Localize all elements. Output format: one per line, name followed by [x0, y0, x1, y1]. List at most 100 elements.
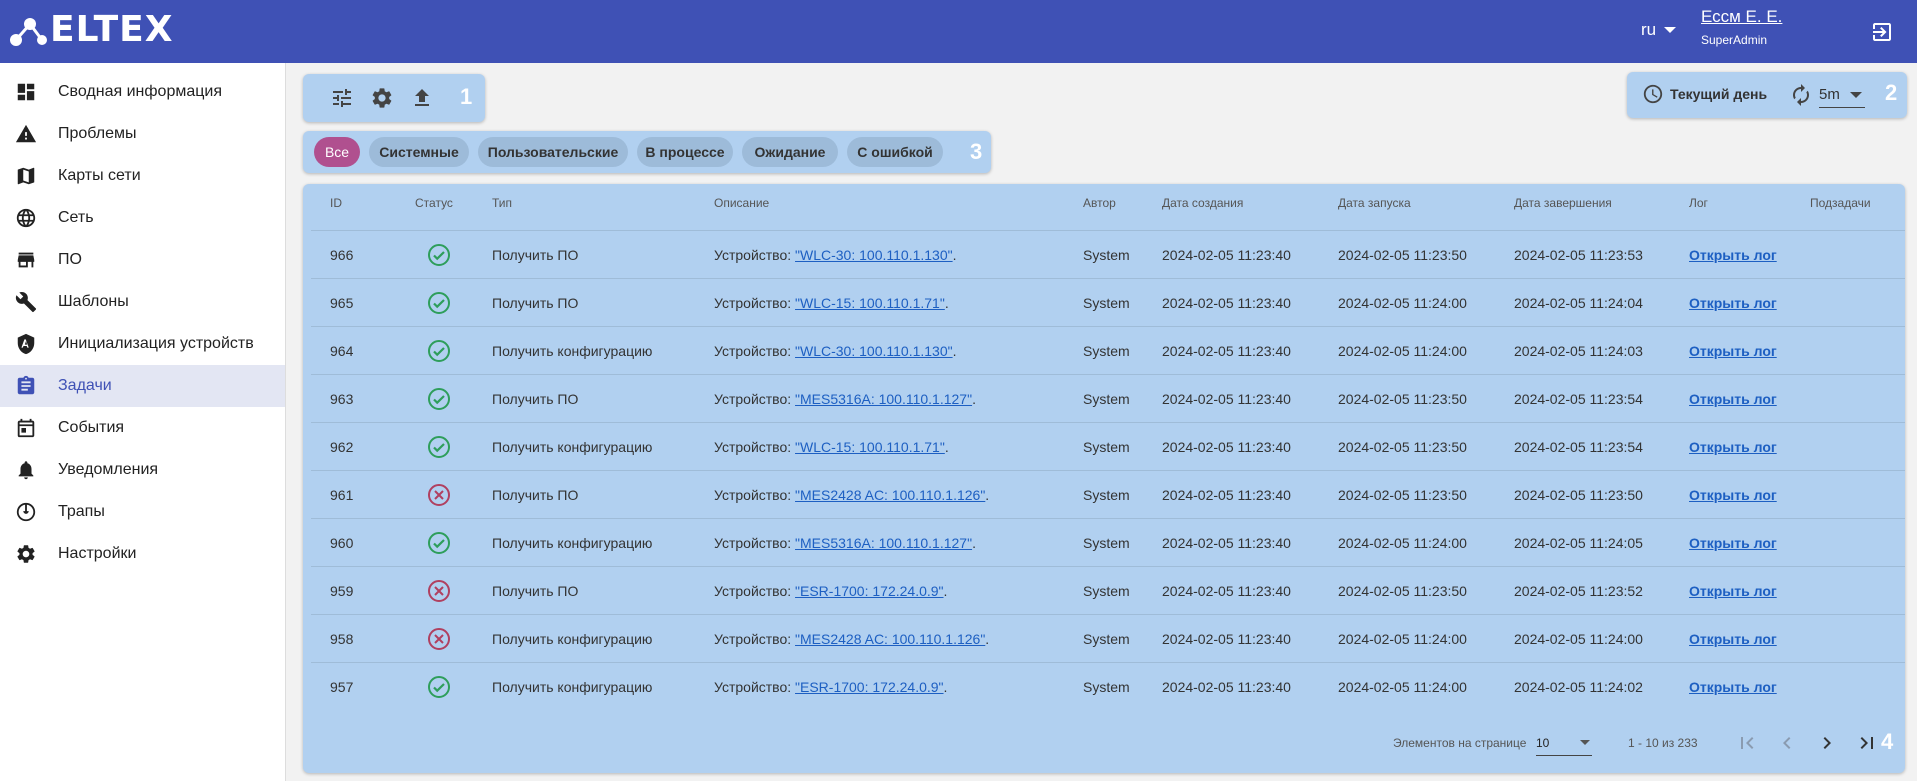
task-created: 2024-02-05 11:23:40 [1162, 343, 1291, 359]
language-select[interactable]: ru [1641, 20, 1677, 40]
task-id: 962 [330, 439, 354, 455]
zone-label-3: 3 [970, 139, 983, 164]
column-header-type[interactable]: Тип [492, 196, 512, 210]
first-page-icon[interactable] [1735, 731, 1759, 755]
column-header-description[interactable]: Описание [714, 196, 769, 210]
task-id: 965 [330, 295, 354, 311]
task-author: System [1083, 535, 1130, 551]
store-icon [14, 248, 38, 272]
sidebar-item-traps[interactable]: Трапы [0, 491, 285, 533]
table-row: 963 Получить ПО Устройство: "MES5316A: 100… [311, 374, 1905, 422]
filter-chip-error[interactable]: С ошибкой [847, 137, 943, 167]
task-description: Устройство: "WLC-15: 100.110.1.71" . [714, 279, 949, 327]
open-log-link[interactable]: Открыть лог [1689, 663, 1777, 711]
device-link[interactable]: "ESR-1700: 172.24.0.9" [795, 679, 943, 695]
open-log-link[interactable]: Открыть лог [1689, 327, 1777, 375]
open-log-link[interactable]: Открыть лог [1689, 567, 1777, 615]
sidebar-item-events[interactable]: События [0, 407, 285, 449]
column-header-started[interactable]: Дата запуска [1338, 196, 1411, 210]
open-log-link[interactable]: Открыть лог [1689, 279, 1777, 327]
user-profile[interactable]: Ессм Е. Е. SuperAdmin [1701, 7, 1782, 47]
autorenew-icon[interactable] [1789, 83, 1813, 107]
column-header-subtasks[interactable]: Подзадачи [1810, 196, 1871, 210]
device-link[interactable]: "MES2428 AC: 100.110.1.126" [795, 631, 985, 647]
open-log-link[interactable]: Открыть лог [1689, 231, 1777, 279]
device-link[interactable]: "MES5316A: 100.110.1.127" [795, 535, 972, 551]
device-link[interactable]: "WLC-30: 100.110.1.130" [795, 247, 953, 263]
task-author: System [1083, 631, 1130, 647]
next-page-icon[interactable] [1815, 731, 1839, 755]
period-selector[interactable]: Текущий день [1642, 83, 1767, 105]
filter-chip-all[interactable]: Все [314, 137, 360, 167]
task-description: Устройство: "WLC-15: 100.110.1.71". [714, 423, 949, 471]
paginator: Элементов на странице 10 1 - 10 из 233 4 [303, 724, 1905, 764]
table-row: 959 Получить ПО Устройство: "ESR-1700: 172… [311, 566, 1905, 614]
user-name-link[interactable]: Ессм Е. Е. [1701, 7, 1782, 27]
logout-icon[interactable] [1870, 20, 1894, 44]
sidebar-item-tasks[interactable]: Задачи [0, 365, 285, 407]
device-link[interactable]: "WLC-15: 100.110.1.71" [795, 439, 945, 455]
gear-icon[interactable] [370, 86, 394, 110]
description-prefix: Устройство: [714, 487, 792, 503]
globe-icon [14, 206, 38, 230]
device-link[interactable]: "ESR-1700: 172.24.0.9" [795, 583, 943, 599]
task-author: System [1083, 343, 1130, 359]
sidebar-item-label: Проблемы [58, 125, 137, 142]
task-created: 2024-02-05 11:23:40 [1162, 679, 1291, 695]
open-log-link[interactable]: Открыть лог [1689, 615, 1777, 663]
filter-chip-user[interactable]: Пользовательские [478, 137, 628, 167]
sidebar-item-notifications[interactable]: Уведомления [0, 449, 285, 491]
column-header-author[interactable]: Автор [1083, 196, 1116, 210]
filter-chip-system[interactable]: Системные [369, 137, 469, 167]
open-log-link[interactable]: Открыть лог [1689, 519, 1777, 567]
last-page-icon[interactable] [1855, 731, 1879, 755]
column-header-status[interactable]: Статус [415, 196, 453, 210]
table-row: 960 Получить конфигурацию Устройство: "MES… [311, 518, 1905, 566]
column-header-finished[interactable]: Дата завершения [1514, 196, 1612, 210]
task-started: 2024-02-05 11:23:50 [1338, 583, 1467, 599]
filter-chip-waiting[interactable]: Ожидание [742, 137, 838, 167]
open-log-link[interactable]: Открыть лог [1689, 375, 1777, 423]
column-header-created[interactable]: Дата создания [1162, 196, 1243, 210]
sidebar-item-settings[interactable]: Настройки [0, 533, 285, 575]
table-row: 966 Получить ПО Устройство: "WLC-30: 100.1… [311, 230, 1905, 278]
task-type: Получить конфигурацию [492, 631, 653, 647]
task-finished: 2024-02-05 11:23:52 [1514, 583, 1643, 599]
tune-icon[interactable] [330, 86, 354, 110]
sidebar-item-templates[interactable]: Шаблоны [0, 281, 285, 323]
task-finished: 2024-02-05 11:23:54 [1514, 439, 1643, 455]
description-suffix: . [985, 631, 990, 647]
task-created: 2024-02-05 11:23:40 [1162, 295, 1291, 311]
task-type: Получить конфигурацию [492, 535, 653, 551]
column-header-log[interactable]: Лог [1689, 196, 1708, 210]
check-circle-icon [427, 663, 451, 711]
device-link[interactable]: "WLC-30: 100.110.1.130" [795, 343, 953, 359]
task-started: 2024-02-05 11:23:50 [1338, 247, 1467, 263]
device-link[interactable]: "MES2428 AC: 100.110.1.126" [795, 487, 985, 503]
open-log-link[interactable]: Открыть лог [1689, 423, 1777, 471]
eltex-logo[interactable]: ELTEX [8, 12, 173, 48]
warning-icon [14, 122, 38, 146]
calendar-icon [14, 416, 38, 440]
sidebar-item-label: Трапы [58, 503, 105, 520]
sidebar-item-device-init[interactable]: Инициализация устройств [0, 323, 285, 365]
check-circle-icon [427, 231, 451, 279]
open-log-link[interactable]: Открыть лог [1689, 471, 1777, 519]
device-link[interactable]: "MES5316A: 100.110.1.127" [795, 391, 972, 407]
sidebar-item-network-maps[interactable]: Карты сети [0, 155, 285, 197]
sidebar-item-network[interactable]: Сеть [0, 197, 285, 239]
refresh-interval-select[interactable]: 5m [1819, 82, 1865, 108]
filter-chip-in-progress[interactable]: В процессе [637, 137, 733, 167]
table-row: 957 Получить конфигурацию Устройство: "ESR… [311, 662, 1905, 710]
sidebar-item-summary[interactable]: Сводная информация [0, 71, 285, 113]
sidebar-item-software[interactable]: ПО [0, 239, 285, 281]
gear-icon [14, 542, 38, 566]
sidebar-item-problems[interactable]: Проблемы [0, 113, 285, 155]
device-link[interactable]: "WLC-15: 100.110.1.71" [795, 295, 945, 311]
previous-page-icon[interactable] [1775, 731, 1799, 755]
column-header-id[interactable]: ID [330, 196, 342, 210]
description-prefix: Устройство: [714, 535, 792, 551]
app-header: ELTEX ru Ессм Е. Е. SuperAdmin [0, 0, 1917, 63]
upload-icon[interactable] [410, 86, 434, 110]
items-per-page-select[interactable]: 10 [1536, 730, 1592, 756]
